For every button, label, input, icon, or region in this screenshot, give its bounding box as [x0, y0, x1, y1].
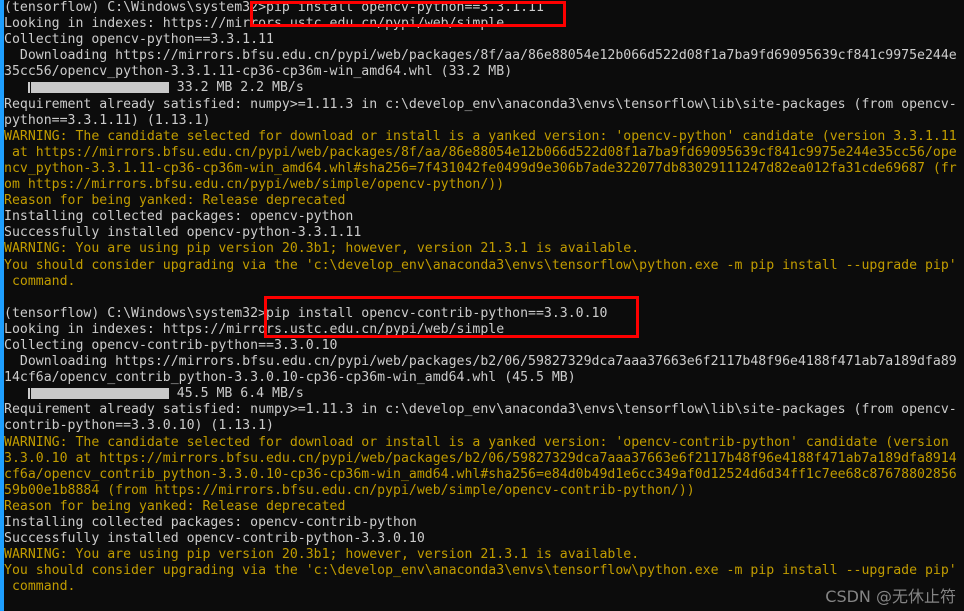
console-line: WARNING: You are using pip version 20.3b…	[4, 547, 640, 563]
console-line: (tensorflow) C:\Windows\system32>pip ins…	[4, 0, 544, 15]
console-line: ncv_python-3.3.1.11-cp36-cp36m-win_amd64…	[4, 160, 957, 176]
console-line: python==3.3.1.11) (1.13.1)	[4, 112, 211, 128]
console-line: WARNING: The candidate selected for down…	[4, 128, 957, 144]
console-line: 3.3.0.10 at https://mirrors.bfsu.edu.cn/…	[4, 450, 957, 466]
console-line: Successfully installed opencv-contrib-py…	[4, 531, 425, 547]
console-line: Installing collected packages: opencv-co…	[4, 515, 417, 530]
download-progress-bar: 33.2 MB 2.2 MB/s	[4, 80, 964, 96]
console-line: (tensorflow) C:\Windows\system32>pip ins…	[4, 305, 608, 321]
console-line: WARNING: The candidate selected for down…	[4, 434, 949, 450]
console-line: Looking in indexes: https://mirrors.ustc…	[4, 16, 505, 32]
console-line: om https://mirrors.bfsu.edu.cn/pypi/web/…	[4, 177, 505, 193]
console-line: You should consider upgrading via the 'c…	[4, 563, 957, 579]
csdn-watermark: CSDN @无休止符	[825, 586, 956, 606]
console-line: command.	[4, 579, 76, 595]
terminal-window[interactable]: (tensorflow) C:\Windows\system32>pip ins…	[0, 0, 964, 611]
console-output: (tensorflow) C:\Windows\system32>pip ins…	[4, 0, 964, 595]
progress-bar-fill	[30, 81, 169, 93]
console-line: Looking in indexes: https://mirrors.ustc…	[4, 321, 505, 337]
console-line: Requirement already satisfied: numpy>=1.…	[4, 402, 957, 418]
progress-bar-edge	[27, 387, 30, 399]
console-line: 35cc56/opencv_python-3.3.1.11-cp36-cp36m…	[4, 64, 513, 80]
progress-bar-label: 45.5 MB 6.4 MB/s	[168, 386, 304, 402]
console-line: 59b00e1b8884 (from https://mirrors.bfsu.…	[4, 482, 695, 498]
console-line: 14cf6a/opencv_contrib_python-3.3.0.10-cp…	[4, 370, 576, 386]
console-line: Installing collected packages: opencv-py…	[4, 209, 354, 225]
console-line: Successfully installed opencv-python-3.3…	[4, 225, 362, 241]
console-line: contrib-python==3.3.0.10) (1.13.1)	[4, 418, 274, 434]
progress-bar-edge	[27, 81, 30, 93]
console-line: cf6a/opencv_contrib_python-3.3.0.10-cp36…	[4, 466, 957, 482]
console-line: You should consider upgrading via the 'c…	[4, 257, 957, 273]
console-line: WARNING: You are using pip version 20.3b…	[4, 241, 640, 257]
progress-bar-fill	[30, 387, 169, 399]
console-line: Reason for being yanked: Release depreca…	[4, 498, 346, 514]
console-line: Downloading https://mirrors.bfsu.edu.cn/…	[4, 354, 957, 370]
console-line: Collecting opencv-python==3.3.1.11	[4, 32, 274, 48]
console-line: Downloading https://mirrors.bfsu.edu.cn/…	[4, 48, 957, 64]
console-line: Collecting opencv-contrib-python==3.3.0.…	[4, 337, 338, 353]
console-line: at https://mirrors.bfsu.edu.cn/pypi/web/…	[4, 144, 957, 160]
console-line: Reason for being yanked: Release depreca…	[4, 193, 346, 209]
progress-bar-label: 33.2 MB 2.2 MB/s	[168, 80, 304, 96]
console-line: command.	[4, 273, 76, 289]
download-progress-bar: 45.5 MB 6.4 MB/s	[4, 386, 964, 402]
console-line: Requirement already satisfied: numpy>=1.…	[4, 96, 957, 112]
